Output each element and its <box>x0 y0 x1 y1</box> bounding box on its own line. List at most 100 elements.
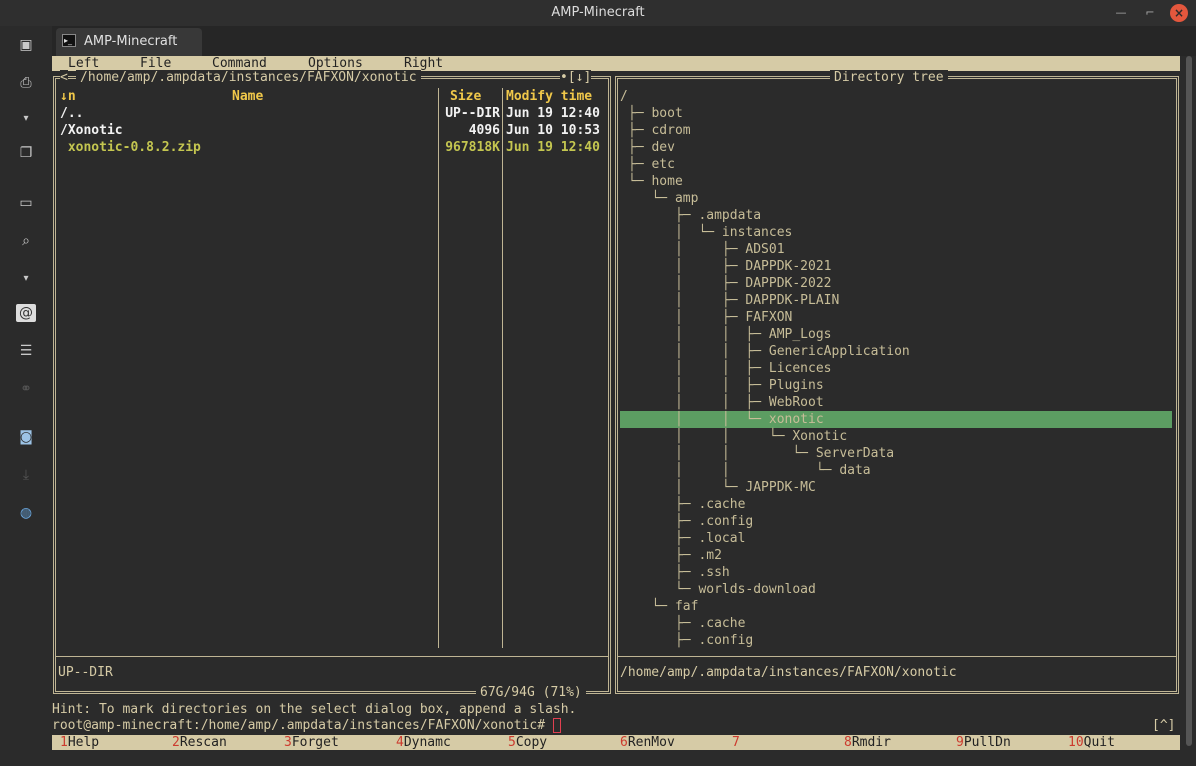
tree-item[interactable]: ├─ .cache <box>628 615 745 632</box>
menu-left[interactable]: Left <box>68 56 99 71</box>
hint-line: Hint: To mark directories on the select … <box>52 702 577 717</box>
file-row-name[interactable]: /Xonotic <box>60 122 123 139</box>
tree-item[interactable]: │ │ └─ xonotic <box>628 411 824 428</box>
file-row-name[interactable]: /.. <box>60 105 83 122</box>
tree-item[interactable]: │ │ ├─ AMP_Logs <box>628 326 832 343</box>
terminal[interactable]: Left File Command Options Right /home/am… <box>52 56 1182 766</box>
fkey-label: Help <box>67 735 100 750</box>
fkey-9[interactable]: 9PullDn <box>956 735 1011 750</box>
fkey-label: Rmdir <box>851 735 891 750</box>
fkey-1[interactable]: 1Help <box>60 735 99 750</box>
tree-item[interactable]: │ │ ├─ WebRoot <box>628 394 824 411</box>
window-titlebar: AMP-Minecraft — ⌐ × <box>0 0 1196 26</box>
tree-item[interactable]: └─ home <box>628 173 683 190</box>
fkey-number: 9 <box>956 735 964 750</box>
tree-item[interactable]: │ │ ├─ GenericApplication <box>628 343 910 360</box>
prompt-history-indicator[interactable]: [^] <box>1152 717 1175 734</box>
expand-icon[interactable]: ▾ <box>16 110 36 128</box>
restore-button[interactable]: ⌐ <box>1141 4 1159 22</box>
tree-item[interactable]: │ ├─ DAPPDK-2022 <box>628 275 832 292</box>
menu-command[interactable]: Command <box>212 56 267 71</box>
tree-item[interactable]: │ │ ├─ Licences <box>628 360 832 377</box>
fkey-label: Forget <box>291 735 339 750</box>
right-panel[interactable]: Directory tree / ├─ boot ├─ cdrom ├─ dev ├─… <box>615 70 1179 694</box>
tree-item[interactable]: ├─ .config <box>628 513 753 530</box>
tree-item[interactable]: ├─ .ssh <box>628 564 730 581</box>
link-icon: ⚭ <box>20 381 32 397</box>
tree-item[interactable]: ├─ .config <box>628 632 753 649</box>
window-icon[interactable]: ▭ <box>16 194 36 212</box>
email-icon[interactable]: @ <box>16 304 36 322</box>
tree-item[interactable]: ├─ etc <box>628 156 675 173</box>
fkey-number: 3 <box>284 735 292 750</box>
function-key-bar: 1Help 2Rescan 3Forget 4Dynamc 5Copy 6RenMov 7 8… <box>52 735 1180 750</box>
fkey-10[interactable]: 10Quit <box>1068 735 1115 750</box>
file-row-size: UP--DIR <box>445 106 500 121</box>
file-row-name[interactable]: xonotic-0.8.2.zip <box>60 139 201 156</box>
header-mtime[interactable]: Modify time <box>506 88 592 105</box>
tree-root[interactable]: / <box>620 88 628 105</box>
sort-indicator[interactable]: ↓n <box>60 88 76 105</box>
column-divider <box>438 88 439 648</box>
terminal-icon: ▸_ <box>62 34 76 47</box>
window-title: AMP-Minecraft <box>551 5 645 20</box>
windows-icon[interactable]: ❐ <box>16 144 36 162</box>
tree-item[interactable]: │ │ └─ ServerData <box>628 445 894 462</box>
fkey-8[interactable]: 8Rmdir <box>844 735 891 750</box>
tree-item[interactable]: │ ├─ DAPPDK-2021 <box>628 258 832 275</box>
globe-icon[interactable]: ◍ <box>16 504 36 522</box>
left-panel-history-arrow[interactable]: < <box>60 70 68 85</box>
tree-item[interactable]: │ ├─ ADS01 <box>628 241 785 258</box>
tree-item[interactable]: ├─ dev <box>628 139 675 156</box>
tree-item[interactable]: │ ├─ FAFXON <box>628 309 792 326</box>
left-panel-indicator[interactable]: •[↓] <box>560 70 592 85</box>
menu-right[interactable]: Right <box>404 56 443 71</box>
scrollbar-thumb[interactable] <box>1186 56 1192 746</box>
tree-item[interactable]: │ │ ├─ Plugins <box>628 377 824 394</box>
tree-item[interactable]: │ │ └─ Xonotic <box>628 428 847 445</box>
prompt-text: root@amp-minecraft:/home/amp/.ampdata/in… <box>52 718 546 733</box>
tree-item[interactable]: ├─ .cache <box>628 496 745 513</box>
tree-item[interactable]: ├─ boot <box>628 105 683 122</box>
camera-icon[interactable]: ◙ <box>16 428 36 446</box>
menu-options[interactable]: Options <box>308 56 363 71</box>
fkey-6[interactable]: 6RenMov <box>620 735 675 750</box>
scrollbar[interactable] <box>1184 56 1194 766</box>
tree-item[interactable]: ├─ .m2 <box>628 547 722 564</box>
left-panel-status: UP--DIR <box>58 665 113 680</box>
search-window-icon[interactable]: ⌕ <box>16 232 36 250</box>
fkey-3[interactable]: 3Forget <box>284 735 339 750</box>
header-size[interactable]: Size <box>450 88 481 105</box>
close-button[interactable]: × <box>1170 4 1188 22</box>
tree-item[interactable]: ├─ .ampdata <box>628 207 761 224</box>
fkey-5[interactable]: 5Copy <box>508 735 547 750</box>
tree-item[interactable]: │ ├─ DAPPDK-PLAIN <box>628 292 839 309</box>
fkey-7[interactable]: 7 <box>732 735 740 750</box>
expand-icon[interactable]: ▾ <box>16 270 36 288</box>
tab-bar: ▸_ AMP-Minecraft <box>52 26 1196 56</box>
tab-amp-minecraft[interactable]: ▸_ AMP-Minecraft <box>56 28 202 56</box>
file-row-mtime: Jun 19 12:40 <box>506 106 600 121</box>
left-panel[interactable]: /home/amp/.ampdata/instances/FAFXON/xono… <box>53 70 611 700</box>
shell-prompt[interactable]: root@amp-minecraft:/home/amp/.ampdata/in… <box>52 717 561 734</box>
fkey-label: Copy <box>515 735 548 750</box>
menu-file[interactable]: File <box>140 56 171 71</box>
fkey-4[interactable]: 4Dynamc <box>396 735 451 750</box>
tree-item[interactable]: │ └─ JAPPDK-MC <box>628 479 816 496</box>
tree-item[interactable]: ├─ cdrom <box>628 122 691 139</box>
header-name[interactable]: Name <box>232 88 263 105</box>
fkey-2[interactable]: 2Rescan <box>172 735 227 750</box>
print-icon[interactable]: ⎙ <box>16 74 36 92</box>
tree-item[interactable]: └─ amp <box>628 190 698 207</box>
tree-item[interactable]: │ │ └─ data <box>628 462 871 479</box>
tree-item[interactable]: ├─ .local <box>628 530 745 547</box>
tree-item[interactable]: └─ worlds-download <box>628 581 816 598</box>
tree-item[interactable]: └─ faf <box>628 598 698 615</box>
tree-item[interactable]: │ └─ instances <box>628 224 792 241</box>
fkey-number: 4 <box>396 735 404 750</box>
fkey-number: 8 <box>844 735 852 750</box>
toggle-icon[interactable]: ☰ <box>16 342 36 360</box>
workspace-icon[interactable]: ▣ <box>16 36 36 54</box>
fkey-label: Quit <box>1083 735 1115 750</box>
minimize-button[interactable]: — <box>1112 4 1130 22</box>
